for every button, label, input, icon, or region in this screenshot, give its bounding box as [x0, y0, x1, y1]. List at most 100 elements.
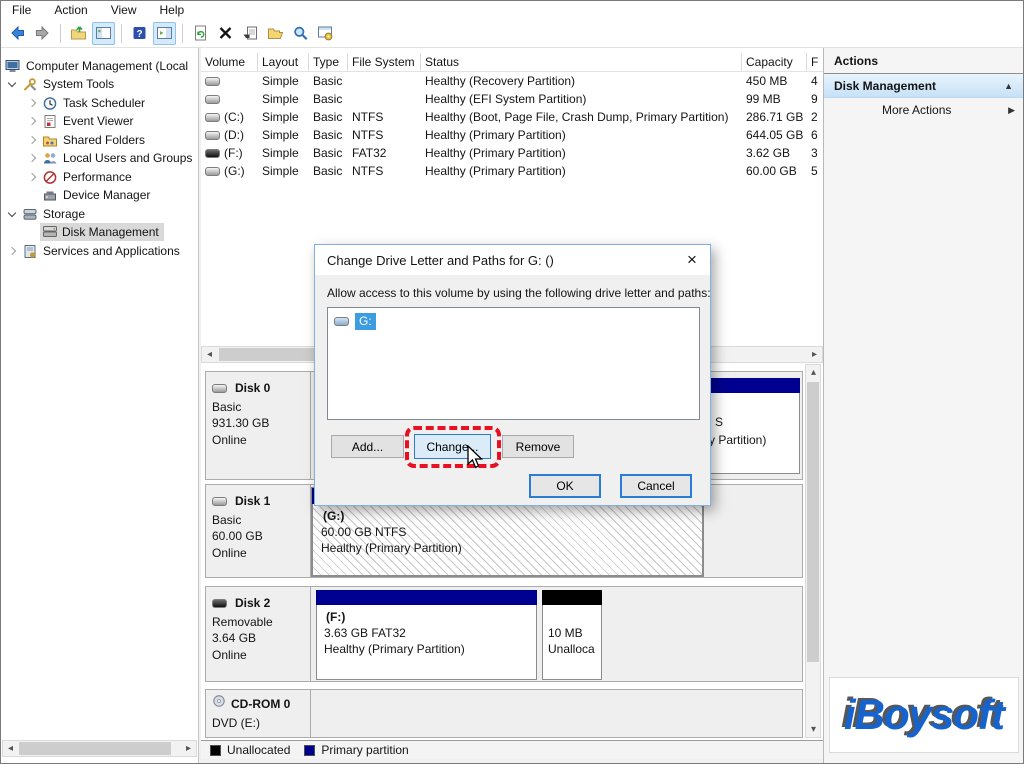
scrollbar-thumb[interactable]: [19, 742, 171, 755]
dialog-title: Change Drive Letter and Paths for G: (): [327, 253, 554, 268]
status-cell: Healthy (Recovery Partition): [421, 74, 742, 88]
disk-status: Online: [212, 647, 305, 664]
disk-size: 60.00 GB: [212, 528, 305, 545]
scroll-right-icon[interactable]: ▸: [181, 741, 196, 756]
column-header-layout[interactable]: Layout: [258, 53, 309, 71]
chevron-right-icon[interactable]: [28, 136, 36, 144]
type-cell: Basic: [309, 92, 348, 106]
partition-status: Healthy (Primary Partition): [321, 541, 462, 555]
refresh-icon[interactable]: [189, 22, 212, 45]
scroll-up-icon[interactable]: ▴: [806, 365, 821, 380]
disk-status: Online: [212, 545, 305, 562]
menu-action[interactable]: Action: [54, 3, 87, 17]
drive-icon: [205, 167, 220, 176]
column-header-capacity[interactable]: Capacity: [742, 53, 807, 71]
actions-group-disk-management[interactable]: Disk Management ▲: [824, 74, 1024, 98]
disk2-label-box[interactable]: Disk 2 Removable 3.64 GB Online: [205, 586, 311, 682]
show-action-pane-icon[interactable]: [153, 22, 176, 45]
actions-group-label: Disk Management: [834, 79, 936, 93]
chevron-right-icon[interactable]: [28, 117, 36, 125]
chevron-down-icon[interactable]: [8, 78, 16, 86]
type-cell: Basic: [309, 110, 348, 124]
tree-item-task-scheduler[interactable]: Task Scheduler: [1, 94, 198, 112]
disk2-unallocated-space[interactable]: 10 MB Unalloca: [542, 590, 602, 680]
disk2-partition-f[interactable]: (F:) 3.63 GB FAT32 Healthy (Primary Part…: [316, 590, 537, 680]
volume-row[interactable]: (G:) Simple Basic NTFS Healthy (Primary …: [201, 162, 823, 180]
tree-item-event-viewer[interactable]: Event Viewer: [1, 112, 198, 130]
settings-icon[interactable]: [314, 22, 337, 45]
drive-letter-list-item-selected[interactable]: G:: [334, 313, 376, 330]
forward-icon[interactable]: [31, 22, 54, 45]
tree-horizontal-scrollbar[interactable]: ◂ ▸: [2, 740, 197, 757]
change-button[interactable]: Change...: [414, 434, 491, 459]
tree-item-storage[interactable]: Storage: [1, 205, 198, 223]
column-header-volume[interactable]: Volume: [201, 53, 258, 71]
column-header-file-system[interactable]: File System: [348, 53, 421, 71]
open-folder-icon[interactable]: [264, 22, 287, 45]
tree-item-shared-folders[interactable]: Shared Folders: [1, 131, 198, 149]
search-icon[interactable]: [289, 22, 312, 45]
chevron-right-icon[interactable]: [28, 154, 36, 162]
volume-row[interactable]: Simple Basic Healthy (Recovery Partition…: [201, 72, 823, 90]
device-icon: [42, 188, 58, 203]
ok-button[interactable]: OK: [529, 474, 601, 498]
drive-letter-listbox[interactable]: G:: [327, 307, 700, 420]
back-icon[interactable]: [6, 22, 29, 45]
close-icon[interactable]: ×: [680, 249, 704, 270]
add-button[interactable]: Add...: [331, 435, 404, 458]
tree-item-device-manager[interactable]: Device Manager: [1, 186, 198, 204]
services-icon: [22, 244, 38, 259]
volume-row[interactable]: (F:) Simple Basic FAT32 Healthy (Primary…: [201, 144, 823, 162]
disk1-label-box[interactable]: Disk 1 Basic 60.00 GB Online: [205, 484, 311, 578]
chevron-right-icon[interactable]: [28, 99, 36, 107]
folder-up-icon[interactable]: [67, 22, 90, 45]
properties-icon[interactable]: [239, 22, 262, 45]
column-header-type[interactable]: Type: [309, 53, 348, 71]
layout-cell: Simple: [258, 74, 309, 88]
users-icon: [42, 151, 58, 166]
dialog-title-bar[interactable]: Change Drive Letter and Paths for G: (): [315, 245, 710, 275]
volume-row[interactable]: (C:) Simple Basic NTFS Healthy (Boot, Pa…: [201, 108, 823, 126]
fs-cell: NTFS: [348, 164, 421, 178]
chevron-down-icon[interactable]: [8, 208, 16, 216]
tree-item-system-tools[interactable]: System Tools: [1, 75, 198, 93]
remove-button[interactable]: Remove: [502, 435, 574, 458]
performance-icon: [42, 170, 58, 185]
tree-item-local-users-and-groups[interactable]: Local Users and Groups: [1, 149, 198, 167]
fs-cell: NTFS: [348, 110, 421, 124]
show-console-tree-icon[interactable]: [92, 22, 115, 45]
volume-row[interactable]: (D:) Simple Basic NTFS Healthy (Primary …: [201, 126, 823, 144]
scroll-left-icon[interactable]: ◂: [202, 347, 217, 362]
chevron-right-icon[interactable]: [28, 173, 36, 181]
menu-file[interactable]: File: [12, 3, 31, 17]
scrollbar-thumb[interactable]: [807, 382, 819, 662]
tree-item-services-and-applications[interactable]: Services and Applications: [1, 242, 198, 260]
disk0-label-box[interactable]: Disk 0 Basic 931.30 GB Online: [205, 371, 311, 480]
scroll-down-icon[interactable]: ▾: [806, 722, 821, 737]
status-cell: Healthy (Primary Partition): [421, 146, 742, 160]
legend-label: Unallocated: [227, 743, 290, 757]
cdrom0-label-box[interactable]: CD-ROM 0 DVD (E:): [205, 689, 311, 738]
scroll-left-icon[interactable]: ◂: [3, 741, 18, 756]
drive-icon: [205, 113, 220, 122]
chevron-right-icon[interactable]: [8, 247, 16, 255]
menu-view[interactable]: View: [111, 3, 137, 17]
disk-size: 3.64 GB: [212, 630, 305, 647]
tree-item-performance[interactable]: Performance: [1, 168, 198, 186]
tree-item-disk-management[interactable]: Disk Management: [1, 223, 198, 241]
scroll-right-icon[interactable]: ▸: [807, 347, 822, 362]
column-header-status[interactable]: Status: [421, 53, 742, 71]
cancel-button[interactable]: Cancel: [620, 474, 692, 498]
tree-item-computer-management[interactable]: Computer Management (Local: [1, 57, 198, 75]
tree-item-label: Event Viewer: [63, 114, 133, 128]
column-header-free[interactable]: F: [807, 53, 823, 71]
volume-row[interactable]: Simple Basic Healthy (EFI System Partiti…: [201, 90, 823, 108]
menu-help[interactable]: Help: [160, 3, 185, 17]
help-icon[interactable]: ?: [128, 22, 151, 45]
disk-pane-vertical-scrollbar[interactable]: ▴ ▾: [805, 364, 821, 738]
console-tree-panel: Computer Management (Local System Tools …: [1, 48, 199, 764]
primary-partition-legend-swatch: [304, 745, 315, 756]
more-actions-item[interactable]: More Actions ▶: [824, 98, 1024, 122]
collapse-icon[interactable]: ▲: [1004, 81, 1013, 91]
delete-icon[interactable]: [214, 22, 237, 45]
